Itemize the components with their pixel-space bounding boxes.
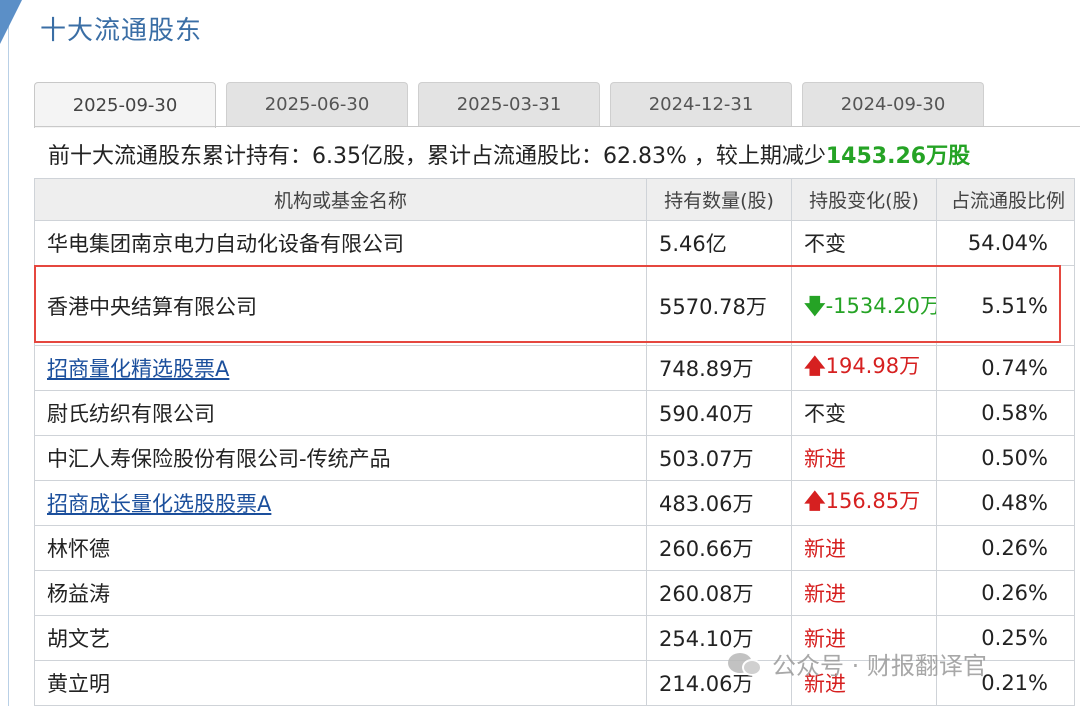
holder-name: 尉氏纺织有限公司 bbox=[34, 390, 647, 436]
tab-2025-09-30[interactable]: 2025-09-30 bbox=[34, 82, 216, 128]
holder-change: 不变 bbox=[791, 220, 937, 266]
summary-text: 前十大流通股东累计持有：6.35亿股，累计占流通股比：62.83% ，较上期减少 bbox=[48, 144, 826, 169]
arrow-up-icon: 🡅 bbox=[804, 488, 826, 513]
tab-2024-09-30[interactable]: 2024-09-30 bbox=[802, 82, 984, 126]
holder-ratio: 0.26% bbox=[936, 525, 1075, 571]
table-row: 林怀德 260.66万 新进 0.26% bbox=[34, 525, 1075, 571]
holder-name: 林怀德 bbox=[34, 525, 647, 571]
wechat-icon bbox=[728, 649, 764, 679]
table-row: 香港中央结算有限公司 5570.78万 🡇-1534.20万 5.51% bbox=[34, 265, 1075, 346]
watermark: 公众号 · 财报翻译官 bbox=[728, 646, 987, 681]
table-row: 招商成长量化选股股票A 483.06万 🡅156.85万 0.48% bbox=[34, 480, 1075, 526]
header-ratio: 占流通股比例 bbox=[936, 178, 1075, 221]
change-value: 194.98万 bbox=[825, 353, 921, 378]
holder-name: 黄立明 bbox=[34, 660, 647, 706]
holder-shares: 503.07万 bbox=[646, 435, 792, 481]
holder-ratio: 0.58% bbox=[936, 390, 1075, 436]
holder-ratio: 5.51% bbox=[936, 265, 1075, 346]
holder-change-new: 新进 bbox=[791, 525, 937, 571]
holder-shares: 483.06万 bbox=[646, 480, 792, 526]
holder-change-increase: 🡅194.98万 bbox=[791, 345, 937, 391]
holder-shares: 590.40万 bbox=[646, 390, 792, 436]
table-row: 尉氏纺织有限公司 590.40万 不变 0.58% bbox=[34, 390, 1075, 436]
tab-2025-06-30[interactable]: 2025-06-30 bbox=[226, 82, 408, 126]
holder-name: 香港中央结算有限公司 bbox=[34, 265, 647, 346]
header-shares: 持有数量(股) bbox=[646, 178, 792, 221]
section-title: 十大流通股东 bbox=[40, 16, 203, 46]
holder-change-decrease: 🡇-1534.20万 bbox=[791, 265, 937, 346]
holder-name: 中汇人寿保险股份有限公司-传统产品 bbox=[34, 435, 647, 481]
holder-name: 胡文艺 bbox=[34, 615, 647, 661]
holder-change-new: 新进 bbox=[791, 570, 937, 616]
holder-name: 杨益涛 bbox=[34, 570, 647, 616]
holder-change: 不变 bbox=[791, 390, 937, 436]
holder-ratio: 0.50% bbox=[936, 435, 1075, 481]
fund-link[interactable]: 招商量化精选股票A bbox=[47, 357, 229, 381]
tab-2025-03-31[interactable]: 2025-03-31 bbox=[418, 82, 600, 126]
holder-shares: 260.66万 bbox=[646, 525, 792, 571]
holder-change-increase: 🡅156.85万 bbox=[791, 480, 937, 526]
table-row: 杨益涛 260.08万 新进 0.26% bbox=[34, 570, 1075, 616]
header-holder-name: 机构或基金名称 bbox=[34, 178, 647, 221]
holder-shares: 260.08万 bbox=[646, 570, 792, 616]
fund-link[interactable]: 招商成长量化选股股票A bbox=[47, 492, 271, 516]
holder-name-link: 招商成长量化选股股票A bbox=[34, 480, 647, 526]
arrow-up-icon: 🡅 bbox=[804, 353, 826, 378]
holder-ratio: 0.26% bbox=[936, 570, 1075, 616]
holder-shares: 5570.78万 bbox=[646, 265, 792, 346]
tabs-divider bbox=[34, 126, 1080, 127]
change-value: -1534.20万 bbox=[825, 293, 937, 318]
arrow-down-icon: 🡇 bbox=[804, 293, 826, 318]
table-header-row: 机构或基金名称 持有数量(股) 持股变化(股) 占流通股比例 bbox=[34, 178, 1075, 221]
table-row: 招商量化精选股票A 748.89万 🡅194.98万 0.74% bbox=[34, 345, 1075, 391]
shareholders-table: 机构或基金名称 持有数量(股) 持股变化(股) 占流通股比例 华电集团南京电力自… bbox=[34, 178, 1075, 706]
holder-ratio: 0.74% bbox=[936, 345, 1075, 391]
change-value: 156.85万 bbox=[825, 488, 921, 513]
watermark-text: 公众号 · 财报翻译官 bbox=[772, 652, 987, 680]
date-tabs: 2025-09-30 2025-06-30 2025-03-31 2024-12… bbox=[34, 82, 984, 128]
holder-name-link: 招商量化精选股票A bbox=[34, 345, 647, 391]
corner-accent bbox=[0, 0, 22, 44]
table-row: 华电集团南京电力自动化设备有限公司 5.46亿 不变 54.04% bbox=[34, 220, 1075, 266]
holder-ratio: 0.48% bbox=[936, 480, 1075, 526]
holder-shares: 5.46亿 bbox=[646, 220, 792, 266]
holder-shares: 748.89万 bbox=[646, 345, 792, 391]
summary-change: 1453.26万股 bbox=[825, 144, 971, 169]
tab-2024-12-31[interactable]: 2024-12-31 bbox=[610, 82, 792, 126]
holdings-summary: 前十大流通股东累计持有：6.35亿股，累计占流通股比：62.83% ，较上期减少… bbox=[48, 138, 970, 170]
header-change: 持股变化(股) bbox=[791, 178, 937, 221]
holder-ratio: 54.04% bbox=[936, 220, 1075, 266]
holder-name: 华电集团南京电力自动化设备有限公司 bbox=[34, 220, 647, 266]
holder-change-new: 新进 bbox=[791, 435, 937, 481]
table-row: 中汇人寿保险股份有限公司-传统产品 503.07万 新进 0.50% bbox=[34, 435, 1075, 481]
